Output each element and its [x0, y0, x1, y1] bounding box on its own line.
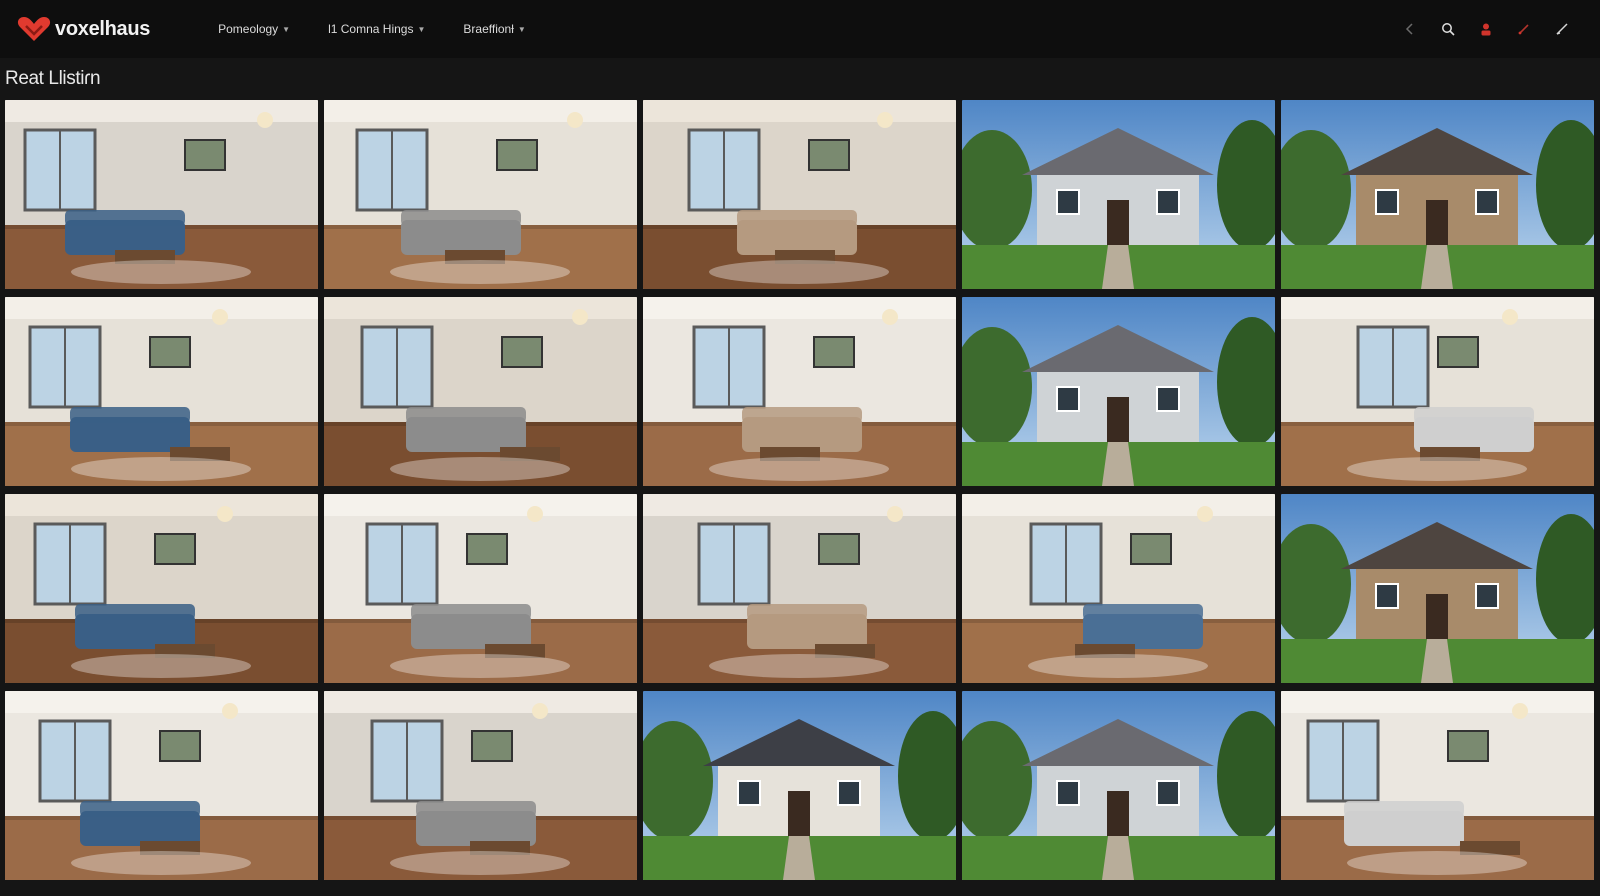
listing-image: [324, 691, 637, 880]
listing-photo-white-living-room[interactable]: [1281, 691, 1594, 880]
listing-image: [962, 100, 1275, 289]
listing-photo-brick-cottage[interactable]: [962, 297, 1275, 486]
listing-image: [324, 494, 637, 683]
listing-photo-open-living-room[interactable]: [5, 297, 318, 486]
nav-item-label: Braeffionƚ: [463, 22, 514, 36]
listing-photo-ocean-view-dining[interactable]: [643, 494, 956, 683]
pen-icon[interactable]: [1554, 21, 1570, 37]
header-actions: [1402, 0, 1570, 58]
listing-image: [5, 297, 318, 486]
page-title: Reat Llistiɾn: [5, 68, 101, 89]
back-icon[interactable]: [1402, 21, 1418, 37]
search-icon[interactable]: [1440, 21, 1456, 37]
listing-photo-lounge-chairs[interactable]: [5, 691, 318, 880]
listing-photo-kitchen-dining[interactable]: [324, 494, 637, 683]
main-nav: Pomeology ▼ Ɩ1 Comna Hinɡs ▼ Braeffionƚ …: [218, 22, 526, 36]
edit-icon[interactable]: [1516, 21, 1532, 37]
listing-image: [5, 494, 318, 683]
listing-image: [643, 691, 956, 880]
chevron-down-icon: ▼: [517, 24, 526, 34]
listing-image: [324, 100, 637, 289]
user-icon[interactable]: [1478, 21, 1494, 37]
listing-image: [1281, 691, 1594, 880]
listing-photo-craftsman-house[interactable]: [1281, 100, 1594, 289]
listing-image: [324, 297, 637, 486]
listing-photo-suburban-street[interactable]: [962, 100, 1275, 289]
listing-photo-garden-house[interactable]: [1281, 494, 1594, 683]
listings-grid: [5, 100, 1595, 880]
logo-text: voxelhaus: [55, 17, 151, 40]
listing-image: [1281, 100, 1594, 289]
logo-heart-icon: [17, 17, 51, 41]
listing-image: [5, 691, 318, 880]
nav-item-label: Pomeology: [218, 22, 279, 36]
chevron-down-icon: ▼: [282, 24, 291, 34]
listing-image: [643, 100, 956, 289]
listing-image: [962, 297, 1275, 486]
top-navigation-bar: voxelhaus Pomeology ▼ Ɩ1 Comna Hinɡs ▼ B…: [0, 0, 1600, 58]
listing-photo-stone-house[interactable]: [962, 691, 1275, 880]
listing-photo-tv-living-room[interactable]: [5, 494, 318, 683]
listing-image: [643, 297, 956, 486]
nav-item-label: Ɩ1 Comna Hinɡs: [328, 22, 414, 36]
listing-image: [962, 691, 1275, 880]
listing-photo-kitchen-living[interactable]: [5, 100, 318, 289]
logo[interactable]: voxelhaus: [17, 15, 150, 43]
listing-image: [643, 494, 956, 683]
nav-item-pomeology[interactable]: Pomeology ▼: [218, 22, 290, 36]
listing-image: [5, 100, 318, 289]
listing-photo-dining-fireplace[interactable]: [324, 100, 637, 289]
nav-item-braeffion[interactable]: Braeffionƚ ▼: [463, 22, 525, 36]
listing-photo-dining-room[interactable]: [643, 100, 956, 289]
chevron-down-icon: ▼: [417, 24, 426, 34]
listing-photo-wood-lounge[interactable]: [962, 494, 1275, 683]
listing-photo-shingle-house[interactable]: [643, 691, 956, 880]
listing-photo-ocean-living[interactable]: [324, 691, 637, 880]
listing-photo-bedroom[interactable]: [1281, 297, 1594, 486]
listing-image: [1281, 297, 1594, 486]
listing-image: [1281, 494, 1594, 683]
listing-photo-fireplace-lounge[interactable]: [324, 297, 637, 486]
listing-photo-blue-sofa-living[interactable]: [643, 297, 956, 486]
nav-item-comna-hings[interactable]: Ɩ1 Comna Hinɡs ▼: [328, 22, 425, 36]
listing-image: [962, 494, 1275, 683]
